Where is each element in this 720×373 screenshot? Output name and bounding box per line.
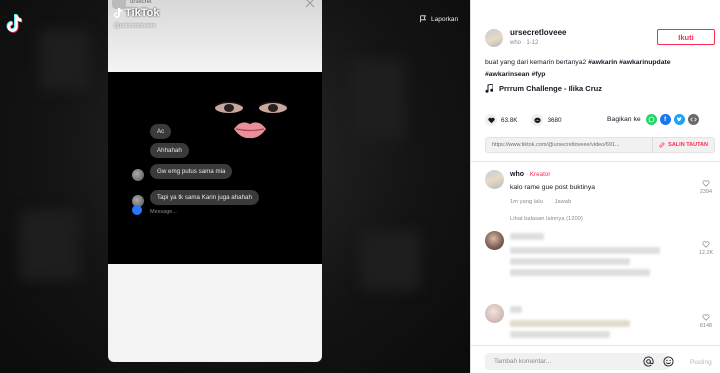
report-label: Laporkan xyxy=(431,15,459,23)
comment-like-count: 2394 xyxy=(699,189,713,195)
comment-item: 8148 xyxy=(485,304,717,344)
emoji-icon[interactable] xyxy=(663,356,674,367)
heart-outline-icon xyxy=(702,241,710,248)
copy-link-label: SALIN TAUTAN xyxy=(668,142,708,148)
music-title: Prrrum Challenge - Ilika Cruz xyxy=(499,84,602,93)
video-player[interactable]: ursecret TikTok @ursecretloveee Ac Ahhah… xyxy=(108,0,322,362)
embed-icon[interactable] xyxy=(687,114,699,125)
blurred-text xyxy=(510,320,630,327)
reply-button[interactable]: Jawab xyxy=(555,199,572,205)
video-caption: buat yang dari kemarin bertanya2 #awkari… xyxy=(485,57,710,81)
heart-icon xyxy=(487,117,495,123)
watermark-user: @ursecretloveee xyxy=(114,23,156,29)
hashtag-link[interactable]: #fyp xyxy=(531,71,545,78)
video-watermark: TikTok xyxy=(114,7,159,19)
heart-outline-icon xyxy=(702,180,710,187)
comment-like-button[interactable]: 8148 xyxy=(695,314,717,329)
comment-avatar[interactable] xyxy=(485,231,504,250)
video-top-handle: ursecret xyxy=(130,0,152,5)
mention-icon[interactable] xyxy=(643,356,654,367)
blurred-author xyxy=(510,306,522,313)
comment-like-count: 8148 xyxy=(699,323,713,329)
video-stats: 63.8K 3680 xyxy=(485,114,561,126)
tiktok-logo-icon[interactable] xyxy=(5,13,23,33)
post-button[interactable]: Posting xyxy=(690,359,712,366)
facebook-icon[interactable]: f xyxy=(659,114,671,125)
blurred-text xyxy=(510,269,650,276)
comment-meta: 1m yang lalu Jawab xyxy=(510,199,581,205)
close-icon xyxy=(305,0,315,8)
comment-input[interactable]: Tambah komentar... xyxy=(485,353,669,370)
tiktok-note-icon xyxy=(114,8,122,18)
comment-avatar[interactable] xyxy=(485,170,504,189)
video-link-box: https://www.tiktok.com/@ursecretloveee/v… xyxy=(485,137,715,153)
eyes-sticker xyxy=(214,101,288,113)
video-bottom-area xyxy=(108,264,322,362)
chat-input: Message... xyxy=(130,207,320,219)
twitter-icon[interactable] xyxy=(673,114,685,125)
comment-time: 1m yang lalu xyxy=(510,199,543,205)
background-blur xyxy=(360,230,420,290)
share-label: Bagikan ke xyxy=(607,116,641,123)
detail-panel: ursecretloveee who · 1-12 Ikuti buat yan… xyxy=(470,0,720,373)
background-blur xyxy=(350,60,405,140)
music-note-icon xyxy=(485,84,493,93)
comment-author[interactable]: who · Kreator xyxy=(510,171,550,178)
like-button[interactable] xyxy=(485,114,497,126)
comment-avatar[interactable] xyxy=(485,304,504,323)
background-blur xyxy=(40,30,90,90)
chat-bubble: Ahhahah xyxy=(150,143,189,158)
flag-icon xyxy=(420,15,427,23)
link-icon xyxy=(659,142,665,148)
chat-bubble: Tapi ya tk sama Karin juga ahahah xyxy=(150,190,259,205)
chat-bubble: Gw emg putus sama mia xyxy=(150,164,233,179)
follow-button[interactable]: Ikuti xyxy=(657,29,715,45)
caption-text: buat yang dari kemarin bertanya2 xyxy=(485,59,587,66)
view-more-replies[interactable]: Lihat balasan lainnya (1200) xyxy=(510,216,583,222)
comment-item: 12.2K xyxy=(485,231,717,291)
music-link[interactable]: Prrrum Challenge - Ilika Cruz xyxy=(485,84,602,93)
comment-author-name: who xyxy=(510,171,524,178)
comment-like-count: 12.2K xyxy=(698,250,714,256)
chat-avatar xyxy=(132,169,144,181)
author-meta: who · 1-12 xyxy=(510,40,539,46)
comment-text: kalo rame gue post buktinya xyxy=(510,184,596,191)
heart-outline-icon xyxy=(702,314,710,321)
hashtag-link[interactable]: #awkarin xyxy=(588,59,617,66)
hashtag-link[interactable]: #awkarinsean xyxy=(485,71,530,78)
blurred-text xyxy=(510,247,660,254)
creator-badge: · Kreator xyxy=(525,171,551,178)
video-url: https://www.tiktok.com/@ursecretloveee/v… xyxy=(492,142,620,148)
watermark-brand: TikTok xyxy=(125,7,160,19)
comment-icon xyxy=(534,117,541,123)
blurred-author xyxy=(510,233,544,240)
author-avatar[interactable] xyxy=(485,29,503,47)
hashtag-link[interactable]: #awkarinupdate xyxy=(619,59,670,66)
comment-count: 3680 xyxy=(547,116,562,124)
comment-like-button[interactable]: 12.2K xyxy=(695,241,717,256)
whatsapp-icon[interactable] xyxy=(645,114,657,125)
comment-input-placeholder: Tambah komentar... xyxy=(494,358,552,365)
chat-input-placeholder: Message... xyxy=(150,209,177,215)
divider xyxy=(471,161,720,162)
comment-button[interactable] xyxy=(531,114,544,126)
comment-bar: Tambah komentar... Posting xyxy=(471,345,720,373)
report-button[interactable]: Laporkan xyxy=(419,15,458,23)
chat-bubble: Ac xyxy=(150,124,172,139)
comment-item: who · Kreator kalo rame gue post buktiny… xyxy=(485,170,717,214)
copy-link-button[interactable]: SALIN TAUTAN xyxy=(652,138,714,152)
share-row: Bagikan ke f xyxy=(607,114,699,125)
background-blur xyxy=(20,210,80,280)
blurred-text xyxy=(510,258,630,265)
video-viewer: Laporkan ursecret TikTok @ursecretloveee… xyxy=(0,0,470,373)
like-count: 63.8K xyxy=(501,116,518,124)
blurred-text xyxy=(510,331,610,338)
author-name[interactable]: ursecretloveee xyxy=(510,28,566,37)
comment-like-button[interactable]: 2394 xyxy=(695,180,717,195)
chat-screenshot: Ac Ahhahah Gw emg putus sama mia Tapi ya… xyxy=(108,120,322,215)
